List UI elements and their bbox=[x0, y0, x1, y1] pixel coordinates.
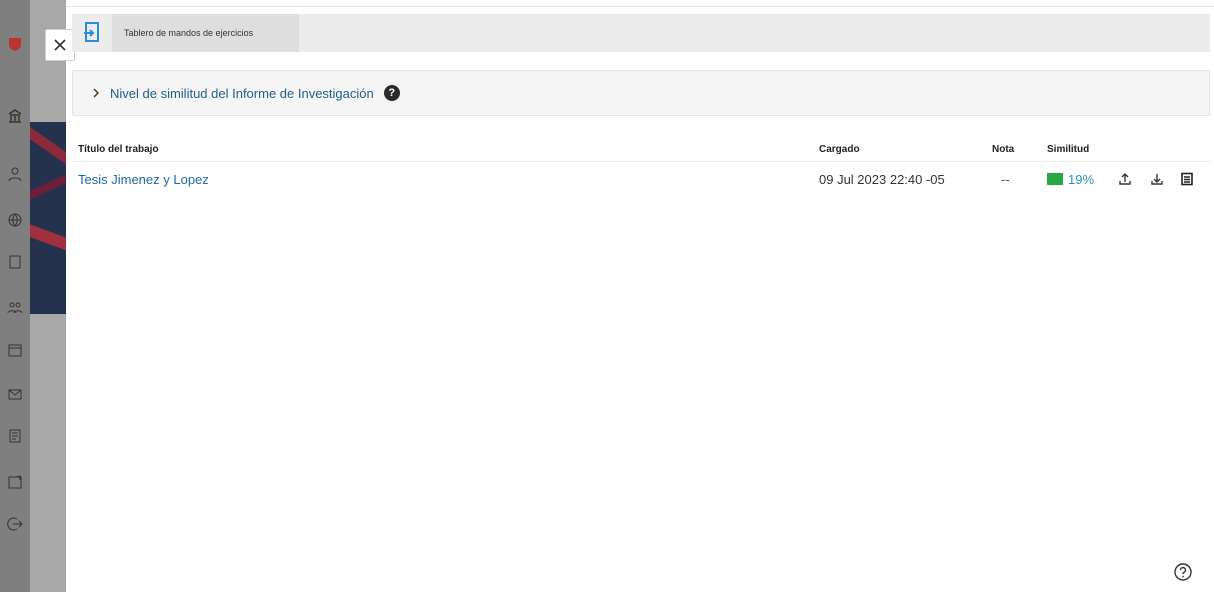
groups-icon bbox=[7, 302, 23, 314]
institution-icon bbox=[8, 109, 22, 123]
download-icon bbox=[1151, 174, 1163, 185]
document-list-icon bbox=[1181, 172, 1193, 186]
submissions-table: Título del trabajo Cargado Nota Similitu… bbox=[72, 136, 1210, 188]
similarity-color-box bbox=[1047, 173, 1063, 185]
close-icon bbox=[54, 39, 66, 51]
calendar-icon bbox=[8, 344, 22, 357]
course-icon bbox=[9, 255, 21, 269]
header-similarity[interactable]: Similitud bbox=[1047, 136, 1089, 162]
download-button[interactable] bbox=[1148, 166, 1166, 192]
help-circle-icon[interactable] bbox=[1173, 562, 1193, 582]
submission-title-link[interactable]: Tesis Jimenez y Lopez bbox=[78, 166, 209, 192]
logout-icon bbox=[7, 517, 23, 531]
similarity-report-link[interactable]: 19% bbox=[1047, 166, 1094, 192]
similarity-value: 19% bbox=[1068, 171, 1095, 187]
background-content bbox=[30, 0, 66, 592]
header-grade[interactable]: Nota bbox=[992, 136, 1014, 162]
upload-icon bbox=[1119, 173, 1131, 185]
panel-toolbar: Tablero de mandos de ejercicios bbox=[72, 14, 1210, 52]
tab-exercise-dashboard[interactable]: Tablero de mandos de ejercicios bbox=[112, 14, 299, 52]
close-button[interactable] bbox=[45, 29, 75, 61]
table-row: Tesis Jimenez y Lopez 09 Jul 2023 22:40 … bbox=[72, 162, 1210, 188]
header-title[interactable]: Título del trabajo bbox=[78, 136, 159, 162]
section-title: Nivel de similitud del Informe de Invest… bbox=[110, 85, 374, 101]
background-banner bbox=[30, 122, 66, 314]
similarity-section-header[interactable]: Nivel de similitud del Informe de Invest… bbox=[72, 70, 1210, 116]
shield-logo-icon bbox=[9, 38, 21, 51]
grades-icon bbox=[9, 429, 21, 443]
chevron-right-icon bbox=[93, 88, 99, 98]
question-circle-icon[interactable]: ? bbox=[383, 85, 400, 101]
assignment-inbox-icon[interactable] bbox=[82, 20, 102, 44]
background-nav-rail bbox=[0, 0, 30, 592]
uploaded-date: 09 Jul 2023 22:40 -05 bbox=[819, 171, 945, 187]
details-button[interactable] bbox=[1178, 166, 1196, 192]
upload-button[interactable] bbox=[1116, 166, 1134, 192]
table-header-row: Título del trabajo Cargado Nota Similitu… bbox=[72, 136, 1210, 162]
grade-value: -- bbox=[1001, 171, 1010, 187]
globe-icon bbox=[8, 213, 22, 227]
mail-icon bbox=[8, 389, 22, 400]
tools-icon bbox=[8, 475, 22, 489]
header-uploaded[interactable]: Cargado bbox=[819, 136, 860, 162]
user-icon bbox=[8, 167, 22, 182]
